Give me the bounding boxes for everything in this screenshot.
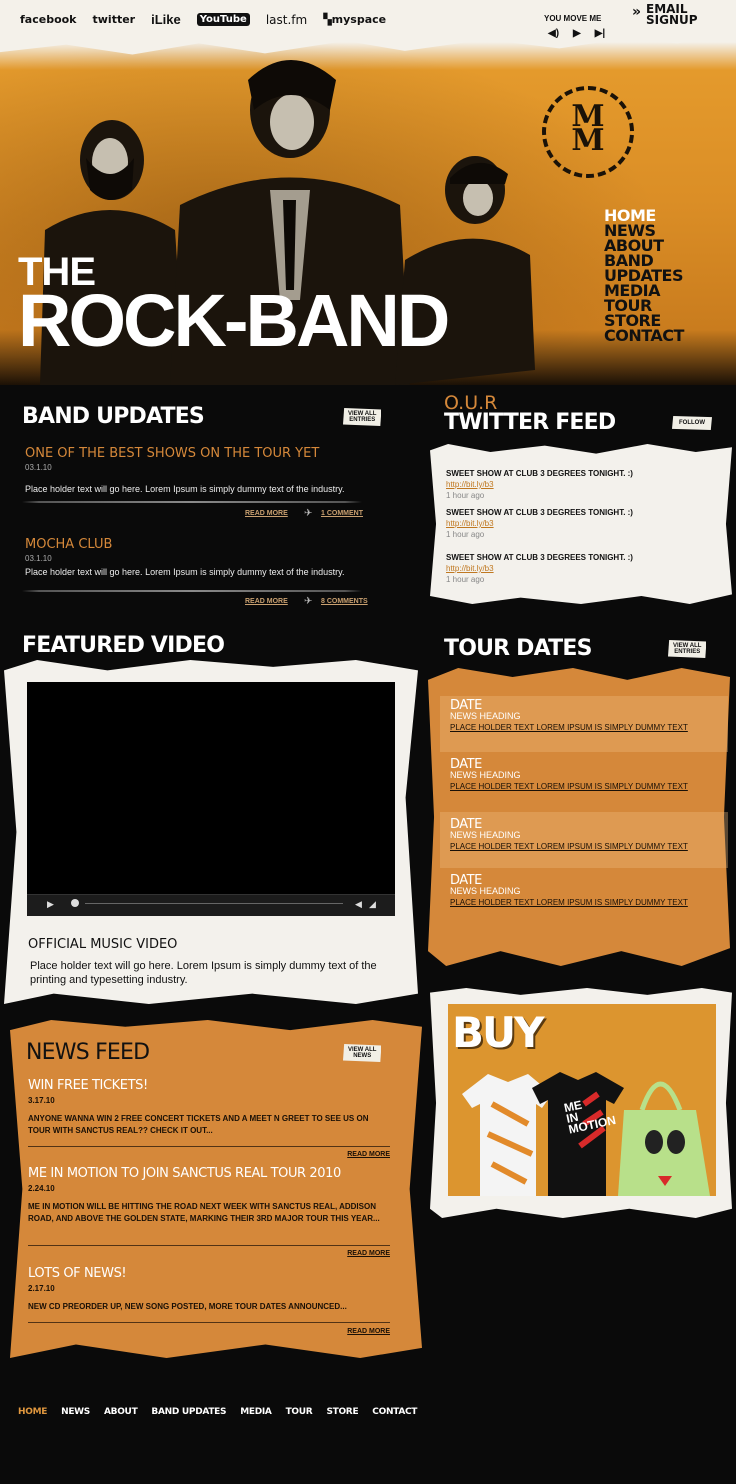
play-icon[interactable]: ▶ xyxy=(573,28,581,39)
read-more-link[interactable]: READ MORE xyxy=(245,510,288,517)
footer-about[interactable]: ABOUT xyxy=(104,1407,138,1417)
bird-icon: ✈ xyxy=(304,596,313,607)
tweet: SWEET SHOW AT CLUB 3 DEGREES TONIGHT. :)… xyxy=(446,553,633,584)
tour-date-item[interactable]: DATE NEWS HEADING PLACE HOLDER TEXT LORE… xyxy=(450,873,688,907)
news-item-text: Anyone wanna win 2 free concert tickets … xyxy=(28,1114,369,1135)
featured-video-title: FEATURED VIDEO xyxy=(22,633,225,658)
header-banner: facebook twitter iLike YouTube last.fm ▚… xyxy=(0,0,736,385)
footer-nav: HOME NEWS ABOUT BAND UPDATES MEDIA TOUR … xyxy=(18,1407,417,1417)
footer-store[interactable]: STORE xyxy=(326,1407,358,1417)
music-player: YOU MOVE ME ◀︎) ▶ ▶| xyxy=(544,14,605,39)
news-item: WIN FREE TICKETS! 3.17.10 Anyone wanna w… xyxy=(28,1078,392,1137)
video-controls: ▶ ◀ ◢ xyxy=(27,894,395,916)
tweet: SWEET SHOW AT CLUB 3 DEGREES TONIGHT. :)… xyxy=(446,508,633,539)
update-title[interactable]: ONE OF THE BEST SHOWS ON THE TOUR YET xyxy=(25,446,375,461)
divider xyxy=(28,1245,390,1246)
read-more-link[interactable]: READ MORE xyxy=(300,1328,390,1335)
news-item-text: New CD preorder up, new song posted, mor… xyxy=(28,1302,347,1311)
news-item-title[interactable]: ME IN MOTION TO JOIN SANCTUS REAL TOUR 2… xyxy=(28,1166,392,1181)
footer-home[interactable]: HOME xyxy=(18,1407,47,1417)
twitter-feed-panel: SWEET SHOW AT CLUB 3 DEGREES TONIGHT. :)… xyxy=(430,444,732,604)
twitter-feed-title: TWITTER FEED xyxy=(444,410,616,435)
comments-link[interactable]: 8 COMMENTS xyxy=(321,598,368,605)
tour-date-item[interactable]: DATE NEWS HEADING PLACE HOLDER TEXT LORE… xyxy=(450,698,688,732)
footer-tour[interactable]: TOUR xyxy=(286,1407,313,1417)
tweet-link[interactable]: http://bit.ly/b3 xyxy=(446,563,633,574)
news-item-title[interactable]: LOTS OF NEWS! xyxy=(28,1266,392,1281)
video-title: OFFICIAL MUSIC VIDEO xyxy=(28,937,178,952)
myspace-link[interactable]: ▚myspace xyxy=(323,13,386,26)
read-more-link[interactable]: READ MORE xyxy=(300,1151,390,1158)
scrubber-handle[interactable] xyxy=(71,899,79,907)
double-chevron-icon: » xyxy=(632,4,642,20)
update-text: Place holder text will go here. Lorem Ip… xyxy=(25,484,345,494)
news-item-text: Me in Motion will be hitting the road ne… xyxy=(28,1202,380,1223)
news-item: ME IN MOTION TO JOIN SANCTUS REAL TOUR 2… xyxy=(28,1166,392,1225)
divider xyxy=(22,501,362,503)
site-title: ROCK-BAND xyxy=(18,279,450,362)
divider xyxy=(28,1322,390,1323)
news-item: LOTS OF NEWS! 2.17.10 New CD preorder up… xyxy=(28,1266,392,1313)
fullscreen-icon[interactable]: ◢ xyxy=(369,899,376,910)
update-text: Place holder text will go here. Lorem Ip… xyxy=(25,567,345,577)
update-date: 03.1.10 xyxy=(25,554,52,563)
band-logo: M M xyxy=(542,86,634,178)
bird-icon: ✈ xyxy=(304,508,313,519)
volume-icon[interactable]: ◀︎) xyxy=(548,28,559,39)
facebook-link[interactable]: facebook xyxy=(20,13,77,26)
update-item: ONE OF THE BEST SHOWS ON THE TOUR YET 03… xyxy=(25,446,375,494)
volume-icon[interactable]: ◀ xyxy=(355,899,362,910)
tour-date-item[interactable]: DATE NEWS HEADING PLACE HOLDER TEXT LORE… xyxy=(450,817,688,851)
news-item-date: 2.24.10 xyxy=(28,1184,55,1193)
player-label: YOU MOVE ME xyxy=(544,14,602,23)
tour-dates-title: TOUR DATES xyxy=(444,636,592,661)
news-item-date: 2.17.10 xyxy=(28,1284,55,1293)
read-more-link[interactable]: READ MORE xyxy=(245,598,288,605)
lastfm-link[interactable]: last.fm xyxy=(266,13,307,27)
comments-link[interactable]: 1 COMMENT xyxy=(321,510,363,517)
store-banner[interactable]: BUY ME IN MOTION xyxy=(448,1004,716,1196)
news-item-date: 3.17.10 xyxy=(28,1096,55,1105)
progress-track[interactable] xyxy=(85,903,343,904)
footer-media[interactable]: MEDIA xyxy=(240,1407,272,1417)
play-icon[interactable]: ▶ xyxy=(47,899,54,910)
nav-contact[interactable]: CONTACT xyxy=(604,328,736,344)
social-links: facebook twitter iLike YouTube last.fm ▚… xyxy=(20,12,386,27)
ilike-link[interactable]: iLike xyxy=(151,12,181,27)
nav-band-updates[interactable]: BAND UPDATES xyxy=(604,253,736,284)
view-all-entries-button[interactable]: VIEW ALL ENTRIES xyxy=(668,640,707,658)
update-item: MOCHA CLUB 03.1.10 Place holder text wil… xyxy=(25,537,375,577)
tweet-link[interactable]: http://bit.ly/b3 xyxy=(446,479,633,490)
divider xyxy=(28,1146,390,1147)
update-title[interactable]: MOCHA CLUB xyxy=(25,537,375,552)
buy-label: BUY xyxy=(452,1008,545,1057)
tour-date-item[interactable]: DATE NEWS HEADING PLACE HOLDER TEXT LORE… xyxy=(450,757,688,791)
youtube-link[interactable]: YouTube xyxy=(196,13,250,26)
video-description: Place holder text will go here. Lorem Ip… xyxy=(30,960,377,986)
footer-news[interactable]: NEWS xyxy=(61,1407,90,1417)
tweet-link[interactable]: http://bit.ly/b3 xyxy=(446,518,633,529)
follow-button[interactable]: FOLLOW xyxy=(672,416,712,430)
footer-band-updates[interactable]: BAND UPDATES xyxy=(151,1407,226,1417)
email-signup-link[interactable]: » EMAIL SIGNUP xyxy=(632,3,698,26)
view-all-news-button[interactable]: VIEW ALL NEWS xyxy=(343,1044,382,1062)
main-nav: HOME NEWS ABOUT BAND UPDATES MEDIA TOUR … xyxy=(604,208,736,344)
myspace-icon: ▚ xyxy=(323,13,332,26)
next-icon[interactable]: ▶| xyxy=(595,28,606,39)
tweet: SWEET SHOW AT CLUB 3 DEGREES TONIGHT. :)… xyxy=(446,469,633,500)
video-player[interactable] xyxy=(27,682,395,916)
footer-contact[interactable]: CONTACT xyxy=(372,1407,417,1417)
news-item-title[interactable]: WIN FREE TICKETS! xyxy=(28,1078,392,1093)
divider xyxy=(22,590,362,592)
read-more-link[interactable]: READ MORE xyxy=(300,1250,390,1257)
view-all-entries-button[interactable]: VIEW ALL ENTRIES xyxy=(343,408,382,426)
band-updates-title: BAND UPDATES xyxy=(22,404,205,429)
news-feed-title: NEWS FEED xyxy=(26,1040,150,1065)
twitter-link[interactable]: twitter xyxy=(93,13,136,26)
update-date: 03.1.10 xyxy=(25,463,52,472)
